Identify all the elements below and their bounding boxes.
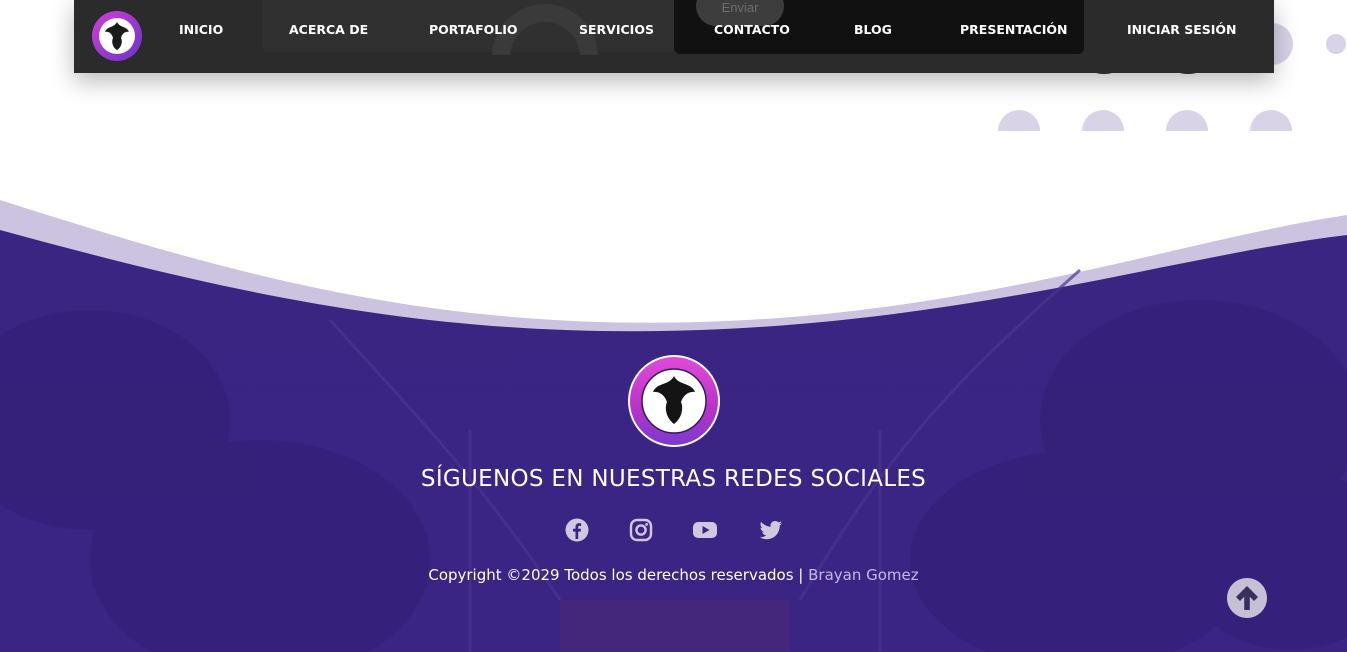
phoenix-logo-icon[interactable] [91,10,143,62]
nav-item-inicio[interactable]: INICIO [179,22,223,40]
nav-item-blog[interactable]: BLOG [854,22,892,40]
nav-item-servicios[interactable]: SERVICIOS [579,22,654,40]
arrow-up-icon[interactable] [1227,578,1267,618]
author-link[interactable]: Brayan Gomez [808,566,919,584]
twitter-icon[interactable] [758,517,784,543]
nav-item-acerca-de[interactable]: ACERCA DE [289,22,368,40]
nav-item-portafolio[interactable]: PORTAFOLIO [429,22,518,40]
copyright-text: Copyright ©2029 Todos los derechos reser… [428,566,809,584]
facebook-icon[interactable] [564,517,590,543]
social-links [560,517,790,547]
main-navbar: Enviar INICIO ACERCA DE PORTAFOLIO SERVI… [74,0,1274,73]
footer-phoenix-logo-icon [628,355,720,447]
nav-item-iniciar-sesion[interactable]: INICIAR SESIÓN [1127,22,1237,40]
footer-social-heading: SÍGUENOS EN NUESTRAS REDES SOCIALES [420,466,927,492]
youtube-icon[interactable] [692,517,718,543]
nav-item-presentacion[interactable]: PRESENTACIÓN [960,22,1067,40]
footer-background [0,200,1347,652]
instagram-icon[interactable] [628,517,654,543]
nav-item-contacto[interactable]: CONTACTO [714,22,790,40]
copyright-line: Copyright ©2029 Todos los derechos reser… [0,566,1347,584]
